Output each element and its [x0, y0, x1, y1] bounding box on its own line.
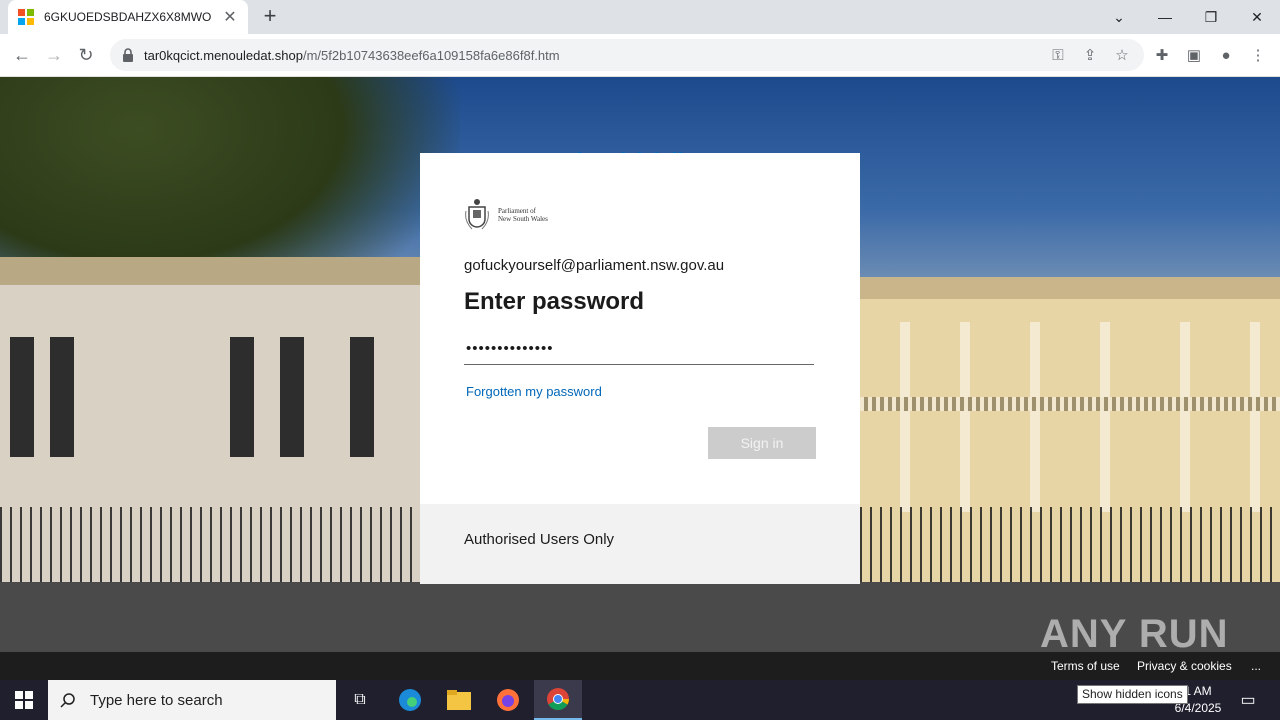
tab-close-icon[interactable]: ✕	[222, 7, 238, 27]
taskbar-search[interactable]: Type here to search	[48, 680, 336, 720]
crest-icon	[465, 199, 489, 230]
privacy-link[interactable]: Privacy & cookies	[1137, 659, 1232, 673]
url-text: tar0kqcict.menouledat.shop/m/5f2b1074363…	[144, 47, 560, 63]
page-title: Enter password	[464, 288, 645, 315]
search-icon	[60, 693, 75, 708]
tab-search-chevron-icon[interactable]: ⌄	[1096, 0, 1142, 34]
address-bar[interactable]: tar0kqcict.menouledat.shop/m/5f2b1074363…	[110, 39, 1144, 71]
card-footer: Authorised Users Only	[420, 504, 860, 584]
star-icon[interactable]: ☆	[1111, 44, 1133, 66]
windows-logo-icon	[15, 691, 33, 709]
extensions-icon[interactable]: ✚	[1151, 44, 1173, 66]
search-placeholder: Type here to search	[90, 691, 223, 709]
login-card: Parliament of New South Wales gofuckyour…	[420, 153, 860, 584]
reload-button[interactable]: ↻	[72, 41, 100, 69]
browser-toolbar: ← → ↻ tar0kqcict.menouledat.shop/m/5f2b1…	[0, 34, 1280, 77]
account-email: gofuckyourself@parliament.nsw.gov.au	[464, 257, 725, 274]
firefox-icon[interactable]	[488, 680, 528, 720]
profile-avatar-icon[interactable]: ●	[1215, 44, 1237, 66]
microsoft-logo-icon	[18, 9, 34, 25]
chrome-icon[interactable]	[534, 680, 582, 720]
restore-button[interactable]: ❐	[1188, 0, 1234, 34]
show-hidden-icons-tooltip: Show hidden icons	[1077, 685, 1188, 704]
authorised-users-text: Authorised Users Only	[464, 531, 615, 548]
terms-link[interactable]: Terms of use	[1051, 659, 1120, 673]
close-window-button[interactable]: ✕	[1234, 0, 1280, 34]
tab-strip: 6GKUOEDSBDAHZX6X8MWO ✕ + ⌄ — ❐ ✕	[0, 0, 1280, 34]
parliament-logo: Parliament of New South Wales	[464, 197, 548, 233]
page-footer: Terms of use Privacy & cookies ...	[0, 652, 1280, 680]
forward-button[interactable]: →	[40, 41, 68, 69]
new-tab-button[interactable]: +	[258, 5, 282, 29]
task-view-icon[interactable]: ⧉	[340, 680, 380, 720]
notifications-icon[interactable]: ▭	[1232, 680, 1264, 720]
more-options-link[interactable]: ...	[1251, 659, 1261, 673]
anyrun-watermark: ANY RUN	[1040, 612, 1229, 656]
side-panel-icon[interactable]: ▣	[1183, 44, 1205, 66]
key-icon[interactable]: ⚿	[1047, 44, 1069, 66]
menu-kebab-icon[interactable]: ⋮	[1247, 44, 1269, 66]
forgot-password-link[interactable]: Forgotten my password	[466, 384, 602, 399]
back-button[interactable]: ←	[8, 41, 36, 69]
file-explorer-icon[interactable]	[439, 680, 479, 720]
share-icon[interactable]: ⇪	[1079, 44, 1101, 66]
start-button[interactable]	[0, 680, 48, 720]
minimize-button[interactable]: —	[1142, 0, 1188, 34]
sign-in-button[interactable]: Sign in	[708, 427, 816, 459]
lock-icon	[123, 48, 133, 62]
password-input[interactable]	[464, 333, 814, 365]
tab-title: 6GKUOEDSBDAHZX6X8MWO	[44, 10, 212, 24]
page-viewport: Parliament of New South Wales gofuckyour…	[0, 77, 1280, 680]
browser-tab[interactable]: 6GKUOEDSBDAHZX6X8MWO ✕	[8, 0, 248, 34]
logo-text: Parliament of New South Wales	[498, 207, 548, 223]
edge-icon[interactable]	[390, 680, 430, 720]
